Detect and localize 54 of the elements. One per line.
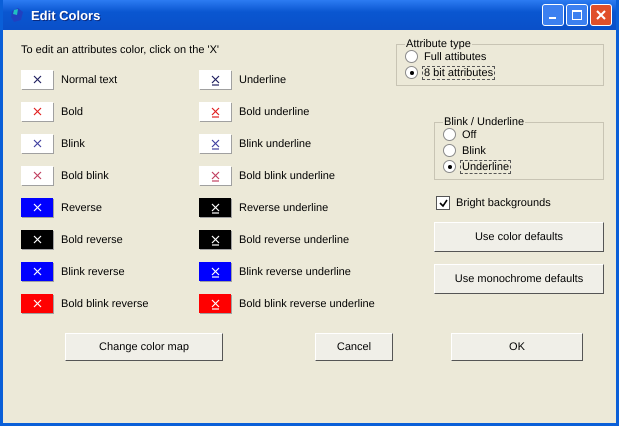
attribute-label: Bold blink reverse underline: [239, 298, 375, 310]
color-swatch[interactable]: [199, 198, 231, 217]
attribute-label: Normal text: [61, 74, 118, 86]
attribute-label: Reverse underline: [239, 202, 328, 214]
color-swatch[interactable]: [199, 230, 231, 249]
minimize-button[interactable]: [542, 4, 564, 26]
color-swatch[interactable]: [21, 70, 53, 89]
color-swatch[interactable]: [199, 134, 231, 153]
radio-option[interactable]: Full attibutes: [405, 50, 488, 63]
radio-option[interactable]: Off: [443, 128, 478, 141]
color-swatch[interactable]: [199, 102, 231, 121]
color-swatch[interactable]: [199, 70, 231, 89]
attribute-label: Blink reverse: [61, 266, 125, 278]
instruction-text: To edit an attributes color, click on the 'X': [21, 44, 220, 56]
attribute-label: Blink reverse underline: [239, 266, 351, 278]
attribute-label: Bold underline: [239, 106, 310, 118]
ok-button[interactable]: OK: [451, 333, 583, 361]
use-monochrome-defaults-button[interactable]: Use monochrome defaults: [434, 264, 604, 294]
attribute-label: Bold blink reverse: [61, 298, 148, 310]
attribute-label: Underline: [239, 74, 286, 86]
attribute-label: Bold reverse: [61, 234, 123, 246]
color-swatch[interactable]: [21, 102, 53, 121]
attribute-label: Bold: [61, 106, 84, 118]
change-color-map-button[interactable]: Change color map: [65, 333, 223, 361]
maximize-icon: [572, 10, 582, 20]
radio-option[interactable]: 8 bit attributes: [405, 66, 494, 79]
window-title: Edit Colors: [31, 8, 102, 22]
group-title: Blink / Underline: [443, 116, 526, 128]
close-button[interactable]: [590, 4, 612, 26]
cancel-button[interactable]: Cancel: [315, 333, 393, 361]
use-color-defaults-button[interactable]: Use color defaults: [434, 222, 604, 252]
attribute-label: Blink underline: [239, 138, 312, 150]
app-icon: [9, 7, 25, 23]
attribute-label: Blink: [61, 138, 85, 150]
attribute-label: Bold blink: [61, 170, 109, 182]
group-title: Attribute type: [405, 38, 472, 50]
close-icon: [596, 10, 606, 20]
check-icon: [438, 198, 448, 208]
radio-option[interactable]: Underline: [443, 160, 510, 173]
radio-option[interactable]: Blink: [443, 144, 487, 157]
attribute-label: Bold blink underline: [239, 170, 336, 182]
color-swatch[interactable]: [21, 262, 53, 281]
color-swatch[interactable]: [21, 198, 53, 217]
attribute-label: Bold reverse underline: [239, 234, 350, 246]
color-swatch[interactable]: [199, 262, 231, 281]
attribute-label: Reverse: [61, 202, 102, 214]
color-swatch[interactable]: [21, 230, 53, 249]
color-swatch[interactable]: [21, 134, 53, 153]
bright-backgrounds-checkbox[interactable]: Bright backgrounds: [436, 196, 604, 210]
color-swatch[interactable]: [199, 166, 231, 185]
color-swatch[interactable]: [21, 294, 53, 313]
maximize-button[interactable]: [566, 4, 588, 26]
color-swatch[interactable]: [21, 166, 53, 185]
color-swatch[interactable]: [199, 294, 231, 313]
